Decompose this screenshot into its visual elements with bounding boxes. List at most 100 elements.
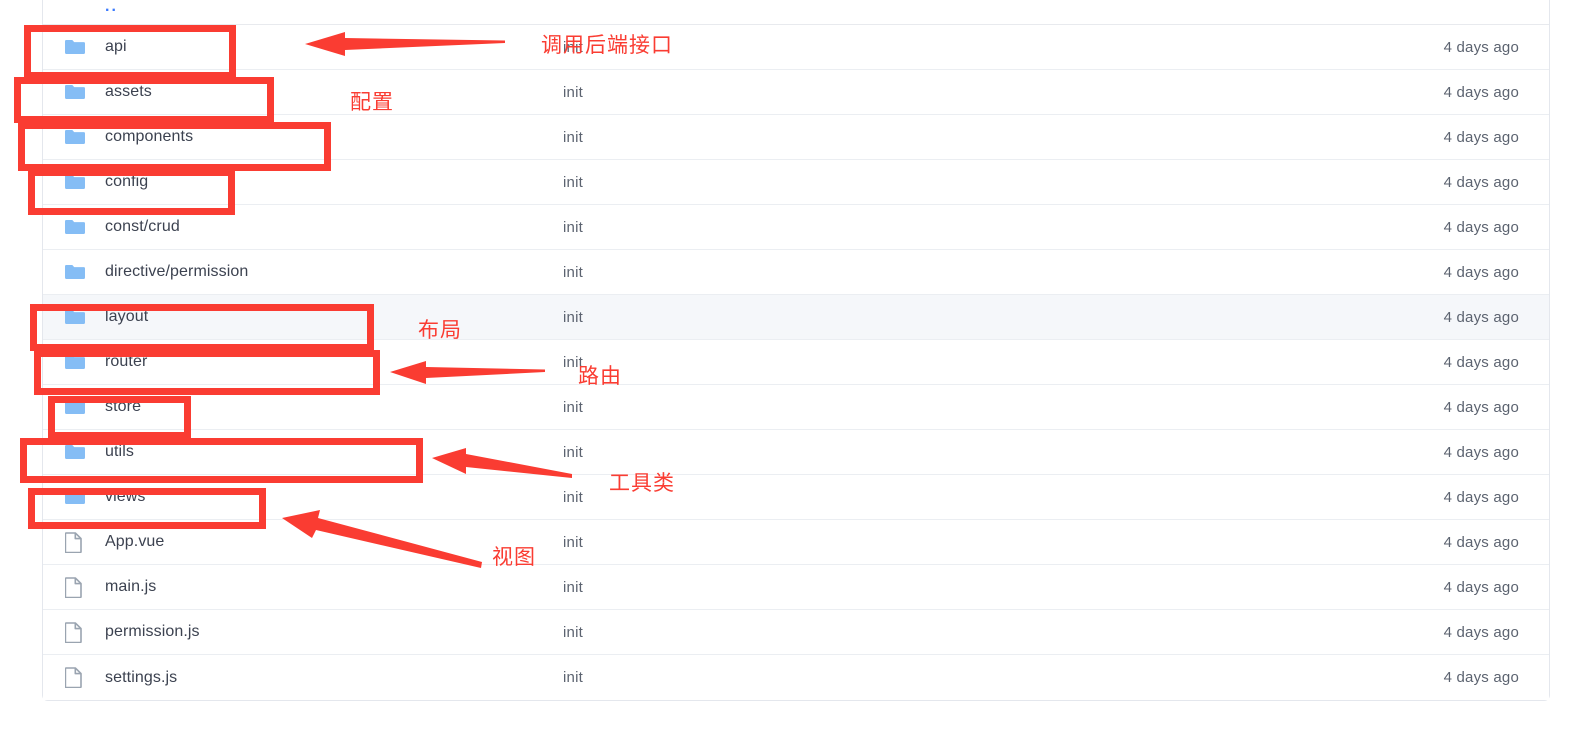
folder-icon: [65, 220, 85, 234]
folder-icon: [65, 175, 85, 189]
row-name-cell: permission.js: [43, 621, 563, 643]
file-rows-container: api init 4 days ago assets init 4 days ago com…: [43, 25, 1549, 700]
row-time-cell: 4 days ago: [1443, 38, 1519, 56]
folder-icon: [65, 309, 97, 325]
table-row[interactable]: router init 4 days ago: [43, 340, 1549, 385]
row-name-cell: App.vue: [43, 531, 563, 553]
folder-icon: [65, 219, 97, 235]
row-name-link[interactable]: assets: [105, 83, 152, 101]
table-row[interactable]: App.vue init 4 days ago: [43, 520, 1549, 565]
row-name-cell: api: [43, 38, 563, 56]
row-name-cell: const/crud: [43, 218, 563, 236]
row-time-cell: 4 days ago: [1443, 398, 1519, 416]
row-message-cell: init: [563, 308, 583, 326]
file-icon: [65, 576, 82, 598]
row-name-cell: config: [43, 173, 563, 191]
row-message-cell: init: [563, 488, 583, 506]
row-message-cell: init: [563, 398, 583, 416]
table-row[interactable]: directive/permission init 4 days ago: [43, 250, 1549, 295]
row-name-link[interactable]: config: [105, 173, 148, 191]
row-time-cell: 4 days ago: [1443, 308, 1519, 326]
row-name-link[interactable]: const/crud: [105, 218, 180, 236]
row-name-cell: components: [43, 128, 563, 146]
table-row[interactable]: permission.js init 4 days ago: [43, 610, 1549, 655]
row-message-cell: init: [563, 218, 583, 236]
table-row[interactable]: const/crud init 4 days ago: [43, 205, 1549, 250]
row-message-cell: init: [563, 263, 583, 281]
row-name-link[interactable]: directive/permission: [105, 263, 248, 281]
row-name-link[interactable]: utils: [105, 443, 134, 461]
file-icon: [65, 667, 82, 688]
row-time-cell: 4 days ago: [1443, 218, 1519, 236]
row-name-cell: assets: [43, 83, 563, 101]
row-name-link[interactable]: api: [105, 38, 127, 56]
file-icon: [65, 621, 97, 643]
table-row[interactable]: api init 4 days ago: [43, 25, 1549, 70]
table-row[interactable]: utils init 4 days ago: [43, 430, 1549, 475]
row-time-cell: 4 days ago: [1443, 623, 1519, 641]
folder-icon: [65, 174, 97, 190]
table-row[interactable]: main.js init 4 days ago: [43, 565, 1549, 610]
row-message-cell: init: [563, 623, 583, 641]
row-message-cell: init: [563, 443, 583, 461]
table-row[interactable]: components init 4 days ago: [43, 115, 1549, 160]
file-icon: [65, 531, 82, 553]
row-time-cell: 4 days ago: [1443, 263, 1519, 281]
row-time-cell: 4 days ago: [1443, 353, 1519, 371]
table-row[interactable]: settings.js init 4 days ago: [43, 655, 1549, 700]
row-time-cell: 4 days ago: [1443, 83, 1519, 101]
row-name-link[interactable]: permission.js: [105, 623, 200, 641]
row-name-cell: utils: [43, 443, 563, 461]
row-time-cell: 4 days ago: [1443, 173, 1519, 191]
folder-icon: [65, 445, 85, 459]
row-name-cell: settings.js: [43, 667, 563, 688]
folder-icon: [65, 489, 97, 505]
row-message-cell: init: [563, 533, 583, 551]
parent-dir-link[interactable]: ..: [105, 0, 118, 16]
row-name-link[interactable]: router: [105, 353, 147, 371]
table-row[interactable]: config init 4 days ago: [43, 160, 1549, 205]
row-name-cell: ..: [43, 0, 563, 16]
row-time-cell: 4 days ago: [1443, 488, 1519, 506]
row-name-link[interactable]: views: [105, 488, 146, 506]
row-name-cell: store: [43, 398, 563, 416]
row-name-link[interactable]: settings.js: [105, 669, 177, 687]
folder-icon: [65, 130, 85, 144]
folder-icon: [65, 265, 85, 279]
table-row[interactable]: layout init 4 days ago: [43, 295, 1549, 340]
folder-icon: [65, 490, 85, 504]
row-message-cell: init: [563, 669, 583, 686]
row-name-link[interactable]: components: [105, 128, 193, 146]
row-time-cell: 4 days ago: [1443, 578, 1519, 596]
folder-icon: [65, 264, 97, 280]
row-name-cell: views: [43, 488, 563, 506]
table-row-parent[interactable]: ..: [43, 0, 1549, 25]
row-name-link[interactable]: store: [105, 398, 141, 416]
row-name-link[interactable]: App.vue: [105, 533, 164, 551]
folder-icon: [65, 85, 85, 99]
row-name-cell: main.js: [43, 576, 563, 598]
row-name-cell: layout: [43, 308, 563, 326]
folder-icon: [65, 400, 85, 414]
row-time-cell: 4 days ago: [1443, 669, 1519, 686]
file-icon: [65, 621, 82, 643]
table-row[interactable]: assets init 4 days ago: [43, 70, 1549, 115]
folder-icon: [65, 129, 97, 145]
table-row[interactable]: views init 4 days ago: [43, 475, 1549, 520]
folder-icon: [65, 39, 97, 55]
row-name-link[interactable]: layout: [105, 308, 148, 326]
row-time-cell: 4 days ago: [1443, 533, 1519, 551]
row-message-cell: init: [563, 353, 583, 371]
row-name-cell: directive/permission: [43, 263, 563, 281]
row-message-cell: init: [563, 173, 583, 191]
row-name-link[interactable]: main.js: [105, 578, 156, 596]
row-name-cell: router: [43, 353, 563, 371]
table-row[interactable]: store init 4 days ago: [43, 385, 1549, 430]
folder-icon: [65, 354, 97, 370]
file-icon: [65, 531, 97, 553]
file-icon: [65, 667, 97, 688]
row-message-cell: init: [563, 128, 583, 146]
folder-icon: [65, 84, 97, 100]
folder-icon: [65, 355, 85, 369]
file-icon: [65, 576, 97, 598]
